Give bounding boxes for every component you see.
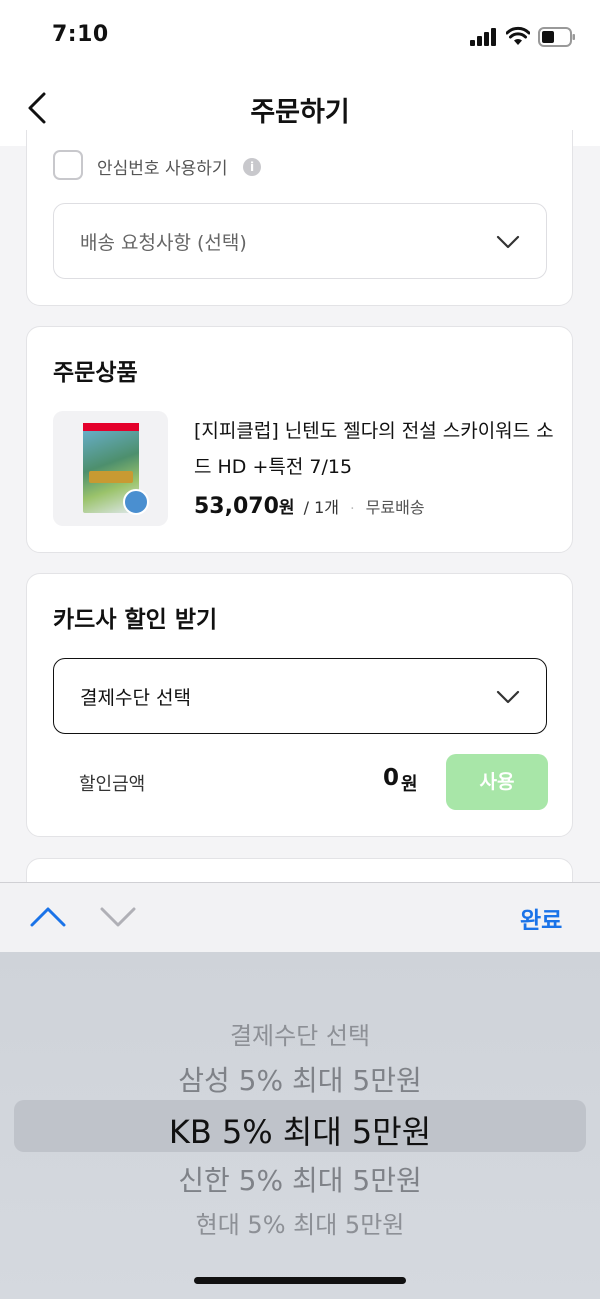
- cellular-signal-icon: [470, 28, 496, 46]
- safe-number-label: 안심번호 사용하기: [97, 159, 228, 179]
- chevron-down-icon: [496, 690, 520, 704]
- done-button[interactable]: 완료: [520, 901, 562, 935]
- product-quantity: / 1개: [303, 498, 340, 517]
- safe-number-checkbox[interactable]: [53, 150, 83, 180]
- price-unit: 원: [278, 498, 295, 518]
- chevron-down-icon: [496, 235, 520, 249]
- chevron-down-icon[interactable]: [98, 905, 138, 929]
- status-bar: 7:10: [0, 0, 600, 70]
- picker-toolbar: 완료: [0, 882, 600, 953]
- order-items-card: 주문상품 [지피클럽] 닌텐도 젤다의 전설 스카이워드 소드 HD +특전 7…: [26, 326, 573, 553]
- payment-picker[interactable]: 결제수단 선택 삼성 5% 최대 5만원 KB 5% 최대 5만원 신한 5% …: [0, 952, 600, 1299]
- card-discount-card: 카드사 할인 받기 결제수단 선택 할인금액 0 원 사용: [26, 573, 573, 837]
- price-row: 53,070원 / 1개 · 무료배송: [194, 493, 425, 519]
- product-price: 53,070: [194, 494, 279, 519]
- payment-method-select[interactable]: 결제수단 선택: [53, 658, 547, 734]
- picker-option[interactable]: 현대 5% 최대 5만원: [0, 1205, 600, 1240]
- page-title: 주문하기: [250, 97, 350, 128]
- game-cover-image: [83, 423, 149, 515]
- shipping-info: 무료배송: [365, 498, 425, 517]
- picker-option-selected[interactable]: KB 5% 최대 5만원: [0, 1107, 600, 1153]
- status-time: 7:10: [52, 22, 109, 47]
- discount-label: 할인금액: [79, 774, 146, 795]
- discount-unit: 원: [401, 774, 418, 795]
- delivery-card: 안심번호 사용하기 i 배송 요청사항 (선택): [26, 130, 573, 306]
- use-discount-button[interactable]: 사용: [446, 754, 548, 810]
- info-icon[interactable]: i: [243, 158, 261, 176]
- home-indicator: [194, 1277, 406, 1284]
- payment-method-value: 결제수단 선택: [80, 687, 191, 709]
- delivery-request-select[interactable]: 배송 요청사항 (선택): [53, 203, 547, 279]
- wifi-icon: [506, 26, 530, 45]
- product-name: [지피클럽] 닌텐도 젤다의 전설 스카이워드 소드 HD +특전 7/15: [194, 420, 554, 478]
- battery-icon: [538, 27, 575, 47]
- discount-amount: 0: [383, 765, 400, 791]
- delivery-request-placeholder: 배송 요청사항 (선택): [80, 232, 247, 254]
- chevron-up-icon[interactable]: [28, 905, 68, 929]
- card-discount-title: 카드사 할인 받기: [53, 607, 218, 633]
- order-items-title: 주문상품: [53, 360, 138, 386]
- separator-dot: ·: [350, 501, 355, 517]
- picker-option[interactable]: 결제수단 선택: [0, 1016, 600, 1051]
- picker-option[interactable]: 신한 5% 최대 5만원: [0, 1159, 600, 1199]
- product-thumbnail[interactable]: [53, 411, 168, 526]
- picker-option[interactable]: 삼성 5% 최대 5만원: [0, 1059, 600, 1099]
